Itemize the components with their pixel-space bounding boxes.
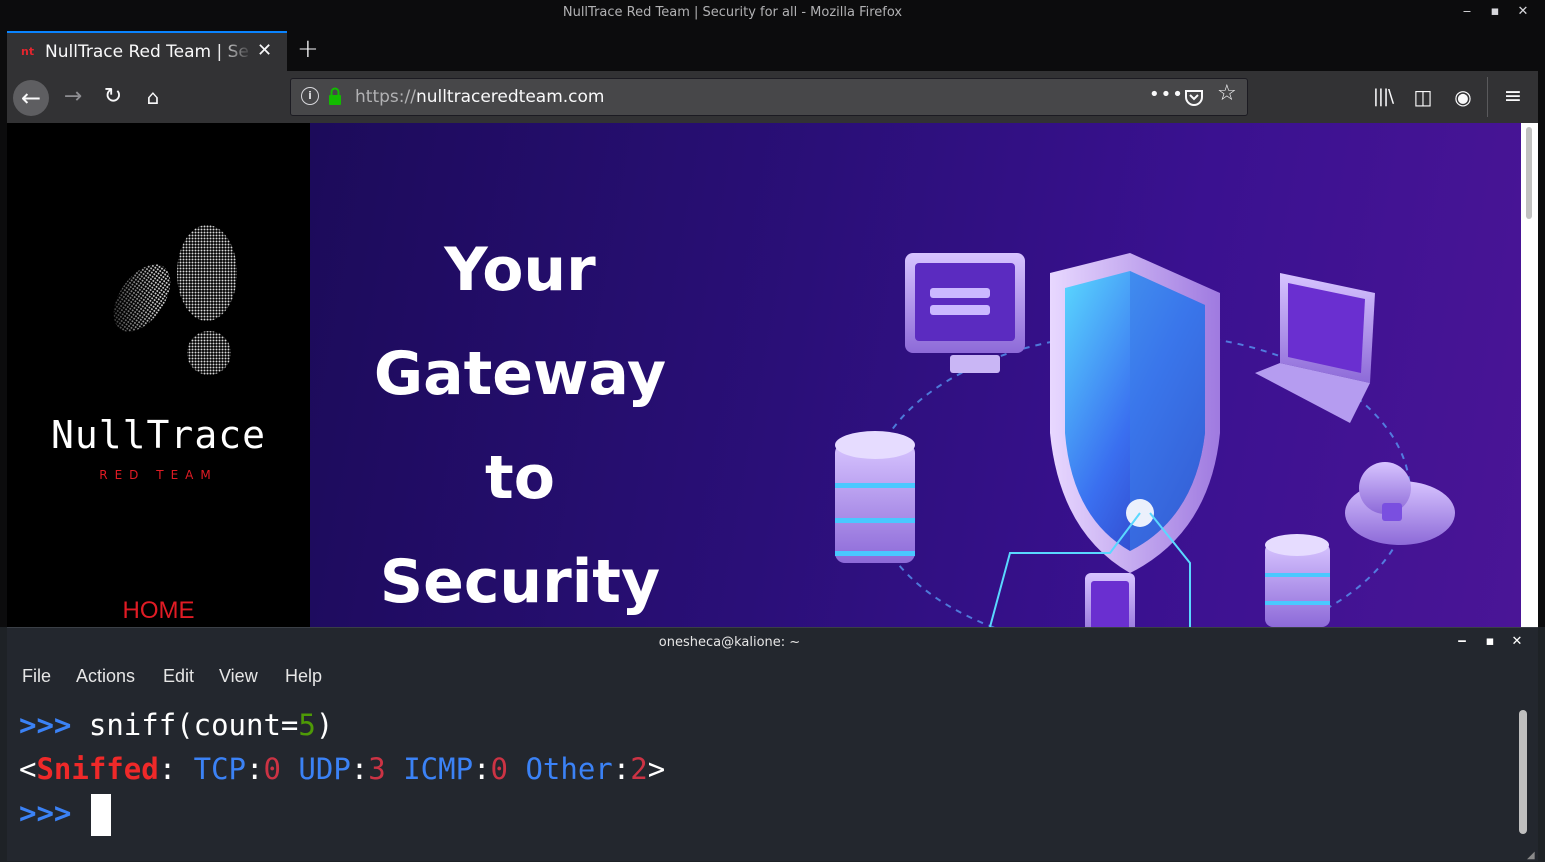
forward-button[interactable]: → (57, 81, 89, 113)
output-tcp-count: 0 (263, 752, 281, 786)
command-close: ) (315, 708, 334, 742)
site-sidebar: NullTrace RED TEAM HOME (7, 123, 310, 627)
web-page: NullTrace RED TEAM HOME Your Gateway to … (7, 123, 1521, 627)
footprint-logo-icon (107, 225, 237, 375)
output-tcp-label: TCP (193, 752, 246, 786)
pocket-icon[interactable] (1184, 87, 1204, 107)
hero-line: to (485, 443, 555, 513)
tab-title-fade (217, 35, 253, 69)
resize-grip-icon[interactable]: ◢ (1527, 850, 1535, 861)
toolbar-separator (1487, 77, 1488, 117)
menu-edit[interactable]: Edit (163, 666, 194, 687)
page-actions-icon[interactable]: ••• (1149, 84, 1184, 105)
terminal-line: >>> (19, 794, 111, 836)
terminal-minimize-button[interactable]: ‒ (1454, 634, 1470, 649)
terminal-scrollbar[interactable] (1519, 710, 1527, 834)
tab-close-icon[interactable]: ✕ (257, 40, 272, 61)
menu-file[interactable]: File (22, 666, 51, 687)
minimize-button[interactable]: ‒ (1458, 4, 1476, 19)
menu-actions[interactable]: Actions (76, 666, 135, 687)
window-title: NullTrace Red Team | Security for all - … (562, 5, 903, 20)
menu-view[interactable]: View (219, 666, 258, 687)
bookmark-star-icon[interactable]: ☆ (1217, 81, 1237, 106)
navigation-toolbar: ← → ↻ ⌂ i https://nulltraceredteam.com •… (7, 71, 1538, 123)
command-arg: 5 (298, 708, 316, 742)
output-udp-label: UDP (298, 752, 351, 786)
back-button[interactable]: ← (13, 80, 49, 116)
library-icon[interactable]: |||\ (1367, 81, 1399, 113)
tab-bar: nt NullTrace Red Team | Se ✕ + (7, 31, 1538, 71)
output-icmp-count: 0 (490, 752, 508, 786)
new-tab-button[interactable]: + (297, 34, 319, 64)
terminal-titlebar: onesheca@kalione: ~ ‒ ▪ ✕ (7, 628, 1538, 658)
brand-subtitle: RED TEAM (99, 468, 218, 482)
lock-icon[interactable] (327, 86, 343, 106)
monitor-icon (905, 253, 1025, 373)
sidebar-icon[interactable]: ◫ (1407, 81, 1439, 113)
url-text[interactable]: https://nulltraceredteam.com (355, 87, 605, 107)
site-info-icon[interactable]: i (301, 87, 319, 105)
database-icon (835, 431, 915, 563)
output-other-count: 2 (630, 752, 648, 786)
terminal-close-button[interactable]: ✕ (1509, 634, 1525, 649)
output-bracket-close: > (647, 752, 666, 786)
shield-icon (1050, 253, 1220, 573)
page-scrollbar[interactable] (1521, 123, 1538, 627)
output-bracket: < (19, 752, 37, 786)
hero-line: Your (444, 235, 596, 305)
output-udp-count: 3 (368, 752, 386, 786)
brand-name[interactable]: NullTrace (7, 413, 310, 457)
terminal-maximize-button[interactable]: ▪ (1482, 634, 1498, 649)
url-bar[interactable]: i https://nulltraceredteam.com ••• ☆ (290, 78, 1248, 116)
terminal-menubar: File Actions Edit View Help (7, 662, 1538, 692)
home-button[interactable]: ⌂ (137, 81, 169, 113)
hamburger-menu-icon[interactable]: ≡ (1497, 81, 1529, 113)
output-icmp-label: ICMP (403, 752, 474, 786)
server-icon (1265, 534, 1330, 627)
account-icon[interactable]: ◉ (1447, 81, 1479, 113)
terminal-cursor (90, 794, 111, 836)
close-window-button[interactable]: ✕ (1514, 4, 1532, 19)
maximize-button[interactable]: ▪ (1486, 4, 1504, 19)
python-prompt: >>> (19, 796, 72, 830)
hero-line: Security (379, 547, 661, 617)
command-text: sniff(count= (88, 708, 299, 742)
menu-help[interactable]: Help (285, 666, 322, 687)
output-colon: : (158, 752, 194, 786)
cloud-lock-icon (1345, 462, 1455, 545)
hero-line: Gateway (373, 339, 667, 409)
terminal-title: onesheca@kalione: ~ (658, 635, 801, 650)
reload-button[interactable]: ↻ (97, 81, 129, 113)
tab-favicon-icon: nt (21, 45, 35, 58)
page-scroll-thumb[interactable] (1526, 127, 1532, 219)
terminal-output[interactable]: >>> sniff(count=5) <Sniffed: TCP:0 UDP:3… (7, 698, 1507, 862)
phone-icon (1085, 573, 1135, 627)
hero-banner: Your Gateway to Security (310, 123, 1521, 627)
firefox-window: NullTrace Red Team | Security for all - … (0, 0, 1545, 627)
output-other-label: Other (525, 752, 613, 786)
firefox-titlebar: NullTrace Red Team | Security for all - … (0, 0, 1545, 27)
terminal-window: onesheca@kalione: ~ ‒ ▪ ✕ File Actions E… (7, 627, 1538, 861)
python-prompt: >>> (19, 708, 72, 742)
laptop-icon (1255, 273, 1375, 423)
tab-nulltrace[interactable]: nt NullTrace Red Team | Se ✕ (7, 31, 287, 71)
security-illustration (835, 253, 1455, 627)
terminal-line: <Sniffed: TCP:0 UDP:3 ICMP:0 Other:2> (19, 752, 666, 786)
hero-headline: Your Gateway to Security (350, 218, 690, 627)
terminal-line: >>> sniff(count=5) (19, 708, 333, 742)
nav-link-home[interactable]: HOME (7, 597, 310, 625)
output-sniffed: Sniffed (36, 752, 159, 786)
